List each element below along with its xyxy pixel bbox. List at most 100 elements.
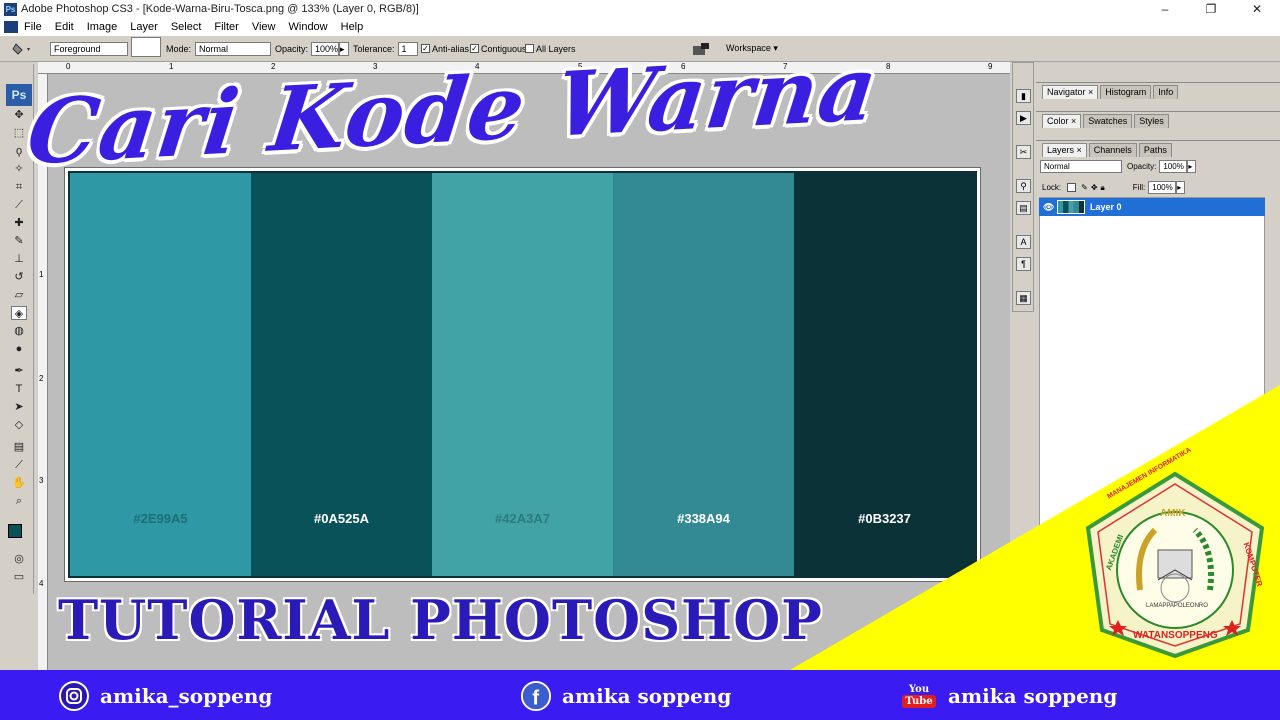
pattern-picker[interactable] xyxy=(131,37,161,57)
blur-tool-icon[interactable]: ◍ xyxy=(11,324,27,338)
menu-layer[interactable]: Layer xyxy=(130,21,158,33)
tab-navigator[interactable]: Navigator × xyxy=(1042,85,1099,99)
layer-comps-icon[interactable]: ▤ xyxy=(1016,201,1031,215)
lock-brush-icon[interactable]: ✎ xyxy=(1081,183,1088,192)
swatch-hex-label: #2E99A5 xyxy=(133,511,188,526)
menu-bar: File Edit Image Layer Select Filter View… xyxy=(0,18,1280,36)
fill-input[interactable]: 100% xyxy=(1148,181,1177,194)
screen-mode-icon[interactable]: ▭ xyxy=(11,570,27,584)
opacity-input[interactable]: 100% xyxy=(311,41,340,56)
healing-brush-icon[interactable]: ✚ xyxy=(11,216,27,230)
tolerance-input[interactable]: 1 xyxy=(397,41,418,56)
brushes-panel-icon[interactable]: ▮ xyxy=(1016,89,1031,103)
fill-arrow-icon[interactable]: ▸ xyxy=(1176,181,1186,194)
brush-tool-icon[interactable]: ✎ xyxy=(11,234,27,248)
layer-blend-mode-select[interactable]: Normal xyxy=(1040,160,1122,173)
mode-select[interactable]: Normal xyxy=(195,41,272,56)
ruler-tick: 9 xyxy=(988,62,993,71)
marquee-tool-icon[interactable]: ⬚ xyxy=(11,126,27,140)
layer-thumbnail xyxy=(1057,200,1085,214)
ruler-tick: 0 xyxy=(66,62,71,71)
youtube-text: amika soppeng xyxy=(948,684,1118,708)
opacity-label: Opacity: xyxy=(275,43,309,54)
path-selection-icon[interactable]: ➤ xyxy=(11,400,27,414)
history-panel-icon[interactable]: ⚲ xyxy=(1016,179,1031,193)
color-swatch[interactable]: #338A94 xyxy=(613,173,794,576)
antialias-checkbox[interactable]: ✓ xyxy=(421,44,430,53)
tab-color[interactable]: Color × xyxy=(1042,114,1082,128)
menu-select[interactable]: Select xyxy=(171,21,202,33)
menu-window[interactable]: Window xyxy=(289,21,328,33)
tab-paths[interactable]: Paths xyxy=(1138,143,1172,157)
dodge-tool-icon[interactable]: ● xyxy=(11,342,27,356)
quick-mask-icon[interactable]: ◎ xyxy=(11,552,27,566)
menu-help[interactable]: Help xyxy=(341,21,364,33)
close-icon[interactable]: ✕ xyxy=(1234,0,1280,18)
tool-presets-icon[interactable]: ▶ xyxy=(1016,111,1031,125)
menu-view[interactable]: View xyxy=(252,21,276,33)
tutorial-subtitle: TUTORIAL PHOTOSHOP xyxy=(58,588,823,652)
facebook-handle[interactable]: f amika soppeng xyxy=(520,680,731,712)
layer-opacity-input[interactable]: 100% xyxy=(1159,160,1188,173)
color-swatch[interactable]: #0A525A xyxy=(251,173,432,576)
swatch-hex-label: #0A525A xyxy=(314,511,369,526)
ruler-tick: 4 xyxy=(39,579,44,588)
tab-styles[interactable]: Styles xyxy=(1134,114,1169,128)
layer-opacity-label: Opacity: xyxy=(1127,162,1157,171)
paragraph-panel-icon[interactable]: ¶ xyxy=(1016,257,1031,271)
clone-stamp-icon[interactable]: ⊥ xyxy=(11,252,27,266)
youtube-icon: You Tube xyxy=(900,680,938,712)
minimize-icon[interactable]: – xyxy=(1142,0,1188,18)
fill-source-select[interactable]: Foreground xyxy=(50,41,128,56)
zoom-tool-icon[interactable]: ⌕ xyxy=(11,494,27,508)
pen-tool-icon[interactable]: ✒ xyxy=(11,364,27,378)
facebook-icon: f xyxy=(520,680,552,712)
all-layers-checkbox[interactable] xyxy=(525,44,534,53)
notes-tool-icon[interactable]: ▤ xyxy=(11,440,27,454)
logo-amik-text: AMIK xyxy=(1160,508,1186,519)
clone-source-icon[interactable]: ▦ xyxy=(1016,291,1031,305)
eyedropper-icon[interactable]: ⟋ xyxy=(11,458,27,472)
type-tool-icon[interactable]: T xyxy=(11,382,27,396)
slice-tool-icon[interactable]: ⟋ xyxy=(11,198,27,212)
paint-bucket-icon[interactable]: ◈ xyxy=(11,306,27,320)
menu-filter[interactable]: Filter xyxy=(214,21,238,33)
document-icon xyxy=(4,21,18,33)
color-swatch[interactable]: #2E99A5 xyxy=(70,173,251,576)
shape-tool-icon[interactable]: ◇ xyxy=(11,418,27,432)
lock-move-icon[interactable]: ✥ xyxy=(1091,183,1098,192)
history-brush-icon[interactable]: ↺ xyxy=(11,270,27,284)
title-bar: Ps Adobe Photoshop CS3 - [Kode-Warna-Bir… xyxy=(0,0,1280,18)
youtube-handle[interactable]: You Tube amika soppeng xyxy=(900,680,1117,712)
move-tool-icon[interactable]: ✥ xyxy=(11,108,27,122)
foreground-color-swatch[interactable] xyxy=(8,524,22,538)
opacity-slider-arrow-icon[interactable]: ▸ xyxy=(339,41,350,56)
tab-info[interactable]: Info xyxy=(1153,85,1179,99)
eraser-tool-icon[interactable]: ▱ xyxy=(11,288,27,302)
color-swatch[interactable]: #42A3A7 xyxy=(432,173,613,576)
layer-row[interactable]: 👁︎ Layer 0 xyxy=(1039,198,1265,216)
tab-swatches[interactable]: Swatches xyxy=(1083,114,1133,128)
ruler-tick: 3 xyxy=(39,476,44,485)
layer-opacity-arrow-icon[interactable]: ▸ xyxy=(1187,160,1197,173)
hand-tool-icon[interactable]: ✋ xyxy=(11,476,27,490)
menu-file[interactable]: File xyxy=(24,21,42,33)
instagram-handle[interactable]: amika_soppeng xyxy=(58,680,272,712)
photoshop-logo: Ps xyxy=(6,84,32,106)
tab-layers[interactable]: Layers × xyxy=(1042,143,1087,157)
tab-histogram[interactable]: Histogram xyxy=(1100,85,1152,99)
restore-icon[interactable]: ❐ xyxy=(1188,0,1234,18)
tab-channels[interactable]: Channels xyxy=(1088,143,1137,157)
actions-panel-icon[interactable]: ✂ xyxy=(1016,145,1031,159)
paint-bucket-tool-preset-icon[interactable] xyxy=(12,41,34,56)
eye-icon[interactable]: 👁︎ xyxy=(1043,202,1054,213)
facebook-text: amika soppeng xyxy=(562,684,732,708)
contiguous-checkbox[interactable]: ✓ xyxy=(470,44,479,53)
menu-image[interactable]: Image xyxy=(87,21,118,33)
lock-transparent-checkbox[interactable] xyxy=(1067,183,1077,192)
swatch-hex-label: #42A3A7 xyxy=(495,511,550,526)
menu-edit[interactable]: Edit xyxy=(55,21,74,33)
character-panel-icon[interactable]: A xyxy=(1016,235,1031,249)
lock-all-icon[interactable]: 🔒︎ xyxy=(1101,183,1105,193)
color-panel: Color × Swatches Styles xyxy=(1036,111,1280,137)
